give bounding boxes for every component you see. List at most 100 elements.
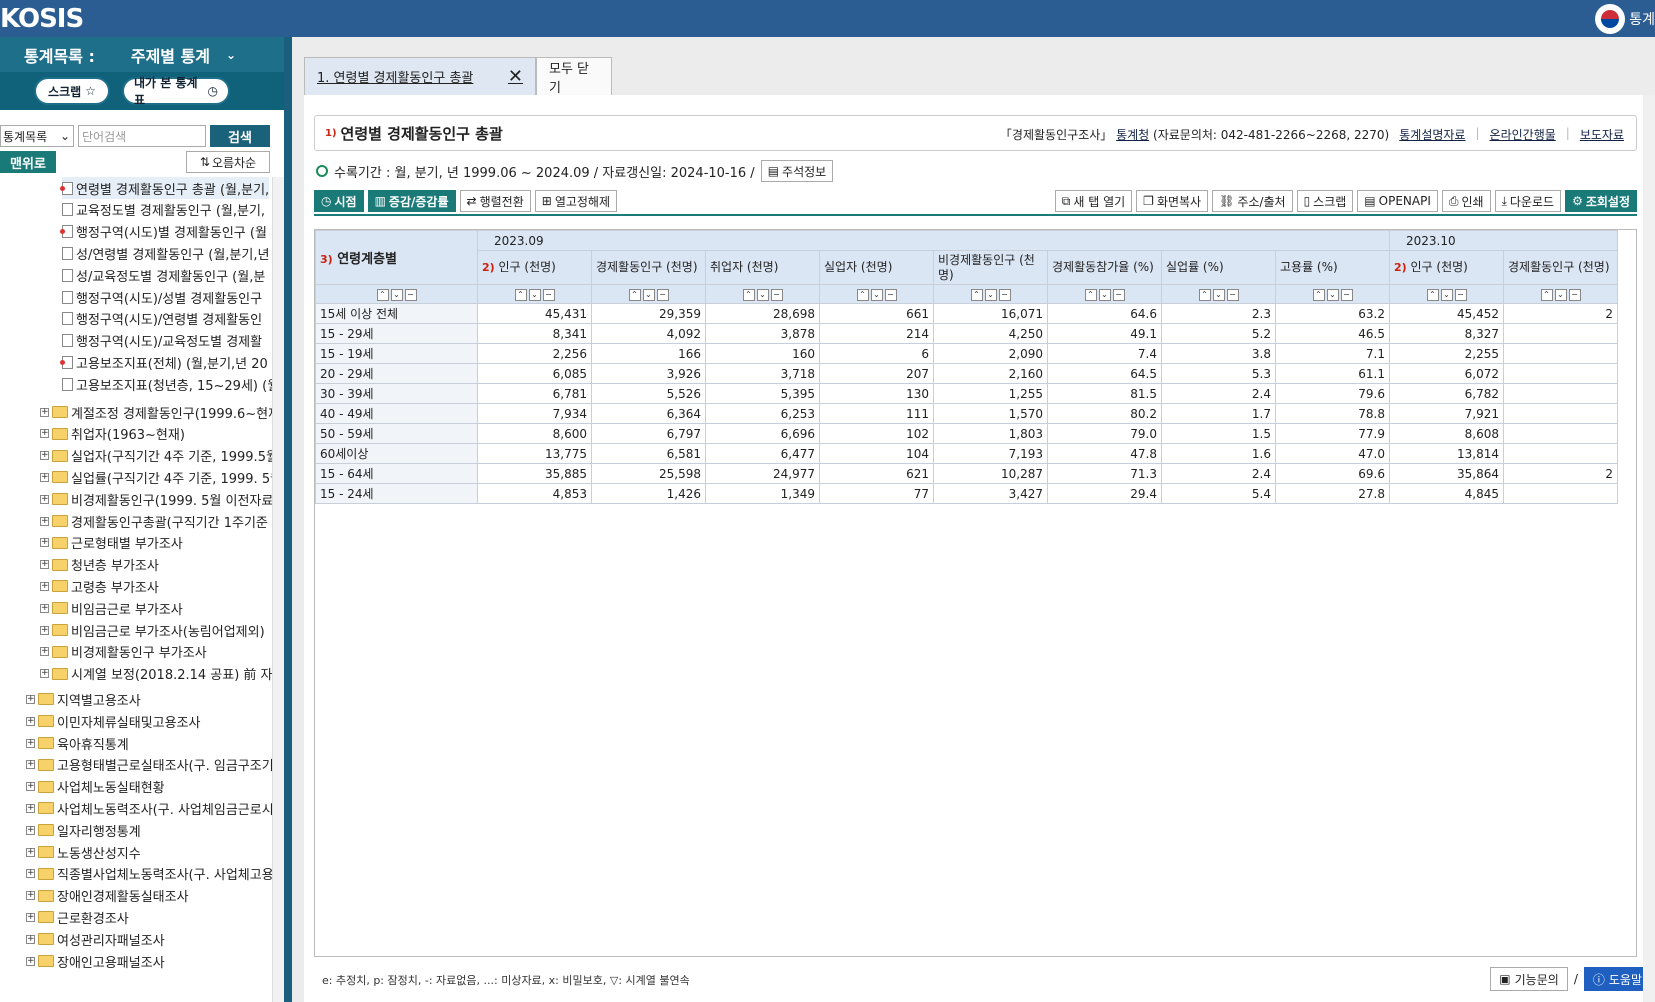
stat-list-header[interactable]: 통계목록 : 주제별 통계 ⌄	[0, 37, 284, 72]
sort-up-icon[interactable]: ⌃	[1084, 288, 1097, 301]
collapse-icon[interactable]: −	[1112, 288, 1125, 301]
tree-item[interactable]: + 지역별고용조사	[26, 688, 141, 710]
column-header[interactable]: 실업률 (%)	[1161, 250, 1276, 285]
expand-plus-icon[interactable]: +	[40, 647, 49, 657]
column-note-marker[interactable]: 2)	[1394, 261, 1407, 274]
expand-plus-icon[interactable]: +	[40, 516, 49, 526]
tree-item[interactable]: 성/교육정도별 경제활동인구 (월,분	[62, 264, 265, 286]
sort-up-icon[interactable]: ⌃	[1312, 288, 1325, 301]
tree-item[interactable]: + 취업자(1963~현재)	[40, 423, 185, 445]
collapse-icon[interactable]: −	[1568, 288, 1581, 301]
expand-plus-icon[interactable]: +	[40, 407, 49, 417]
tree-item[interactable]: + 청년층 부가조사	[40, 554, 159, 576]
column-header[interactable]: 경제활동인구 (천명)	[591, 250, 706, 285]
screen-copy-button[interactable]: ❐ 화면복사	[1136, 190, 1209, 212]
column-header[interactable]: 경제활동인구 (천명)	[1503, 250, 1618, 285]
online-publication-link[interactable]: 온라인간행물	[1490, 126, 1556, 143]
expand-plus-icon[interactable]: +	[26, 825, 35, 835]
expand-plus-icon[interactable]: +	[40, 538, 49, 548]
row-label[interactable]: 40 - 49세	[315, 403, 478, 424]
collapse-icon[interactable]: −	[884, 288, 897, 301]
sort-down-icon[interactable]: ⌄	[642, 288, 655, 301]
help-button[interactable]: ⓘ 도움말	[1583, 967, 1651, 991]
sort-up-icon[interactable]: ⌃	[970, 288, 983, 301]
expand-plus-icon[interactable]: +	[26, 716, 35, 726]
tree-item[interactable]: 행정구역(시도)별 경제활동인구 (월	[60, 221, 267, 243]
row-label[interactable]: 30 - 39세	[315, 383, 478, 404]
search-input[interactable]: 단어검색	[78, 125, 206, 147]
collapse-icon[interactable]: −	[770, 288, 783, 301]
sort-up-icon[interactable]: ⌃	[1426, 288, 1439, 301]
tree-item[interactable]: + 경제활동인구총괄(구직기간 1주기준	[40, 510, 268, 532]
pivot-button[interactable]: ⇄ 행렬전환	[459, 190, 531, 212]
address-source-button[interactable]: ⛓ 주소/출처	[1212, 190, 1293, 212]
row-label[interactable]: 20 - 29세	[315, 363, 478, 384]
expand-plus-icon[interactable]: +	[40, 429, 49, 439]
tree-item[interactable]: + 시계열 보정(2018.2.14 공표) 前 자료	[40, 663, 272, 685]
expand-plus-icon[interactable]: +	[40, 669, 49, 679]
scrap-button[interactable]: 스크랩 ☆	[34, 77, 110, 105]
expand-plus-icon[interactable]: +	[40, 603, 49, 613]
expand-plus-icon[interactable]: +	[26, 760, 35, 770]
collapse-icon[interactable]: −	[1340, 288, 1353, 301]
sort-down-icon[interactable]: ⌄	[1326, 288, 1339, 301]
tree-item[interactable]: + 근로형태별 부가조사	[40, 532, 183, 554]
stat-explanation-link[interactable]: 통계설명자료	[1399, 126, 1465, 143]
row-label[interactable]: 15 - 24세	[315, 483, 478, 504]
expand-plus-icon[interactable]: +	[40, 451, 49, 461]
collapse-icon[interactable]: −	[1454, 288, 1467, 301]
column-header[interactable]: 실업자 (천명)	[819, 250, 934, 285]
tree-item[interactable]: + 근로환경조사	[26, 906, 129, 928]
history-button[interactable]: 내가 본 통계표 ◷	[122, 76, 230, 107]
press-release-link[interactable]: 보도자료	[1580, 126, 1624, 143]
sort-down-icon[interactable]: ⌄	[1440, 288, 1453, 301]
expand-plus-icon[interactable]: +	[40, 472, 49, 482]
expand-plus-icon[interactable]: +	[26, 869, 35, 879]
tree-item[interactable]: 고용보조지표(전체) (월,분기,년 20	[60, 351, 268, 373]
tree-item[interactable]: + 직종별사업체노동력조사(구. 사업체고용	[26, 863, 272, 885]
tree-item[interactable]: + 고령층 부가조사	[40, 575, 159, 597]
collapse-icon[interactable]: −	[1226, 288, 1239, 301]
tree-item[interactable]: 행정구역(시도)/성별 경제활동인구	[62, 286, 262, 308]
unfix-columns-button[interactable]: ⊞ 열고정해제	[534, 190, 618, 212]
sort-up-icon[interactable]: ⌃	[742, 288, 755, 301]
tree-item[interactable]: + 여성관리자패널조사	[26, 928, 165, 950]
tree-item[interactable]: + 실업률(구직기간 4주 기준, 1999. 5월	[40, 466, 272, 488]
new-tab-button[interactable]: ⧉ 새 탭 열기	[1054, 190, 1133, 212]
tab-active-table[interactable]: 1. 연령별 경제활동인구 총괄 ✕	[304, 57, 536, 95]
expand-plus-icon[interactable]: +	[26, 694, 35, 704]
left-scrollbar[interactable]	[272, 177, 284, 1002]
tree-item[interactable]: + 장애인고용패널조사	[26, 950, 165, 972]
tree-item[interactable]: + 육아휴직통계	[26, 732, 129, 754]
collapse-icon[interactable]: −	[656, 288, 669, 301]
row-label[interactable]: 15 - 64세	[315, 463, 478, 484]
expand-plus-icon[interactable]: +	[40, 581, 49, 591]
sort-down-icon[interactable]: ⌄	[870, 288, 883, 301]
tree-item[interactable]: 연령별 경제활동인구 총괄 (월,분기,	[60, 177, 270, 199]
expand-plus-icon[interactable]: +	[26, 847, 35, 857]
row-label[interactable]: 50 - 59세	[315, 423, 478, 444]
column-header[interactable]: 취업자 (천명)	[705, 250, 820, 285]
collapse-icon[interactable]: −	[404, 288, 417, 301]
expand-plus-icon[interactable]: +	[26, 803, 35, 813]
title-note-marker[interactable]: 1)	[325, 128, 337, 139]
sort-up-icon[interactable]: ⌃	[376, 288, 389, 301]
tree-item[interactable]: + 비경제활동인구 부가조사	[40, 641, 207, 663]
tree-item[interactable]: 성/연령별 경제활동인구 (월,분기,년	[62, 242, 269, 264]
close-all-tabs-button[interactable]: 모두 닫기	[536, 57, 612, 96]
tree-item[interactable]: 행정구역(시도)/교육정도별 경제활	[62, 330, 262, 352]
main-scrollbar[interactable]	[1643, 95, 1655, 1002]
annotation-button[interactable]: ▤ 주석정보	[760, 160, 834, 182]
column-header[interactable]: 2) 인구 (천명)	[1389, 250, 1504, 285]
row-label[interactable]: 60세이상	[315, 443, 478, 464]
kosis-logo[interactable]: KOSIS	[0, 4, 84, 34]
sort-up-icon[interactable]: ⌃	[856, 288, 869, 301]
column-header[interactable]: 2) 인구 (천명)	[477, 250, 592, 285]
sort-up-icon[interactable]: ⌃	[628, 288, 641, 301]
tree-item[interactable]: + 비경제활동인구(1999. 5월 이전자료	[40, 488, 272, 510]
tree-item[interactable]: + 사업체노동실태현황	[26, 776, 165, 798]
expand-plus-icon[interactable]: +	[40, 560, 49, 570]
sort-down-icon[interactable]: ⌄	[528, 288, 541, 301]
sort-up-icon[interactable]: ⌃	[514, 288, 527, 301]
sort-down-icon[interactable]: ⌄	[1098, 288, 1111, 301]
